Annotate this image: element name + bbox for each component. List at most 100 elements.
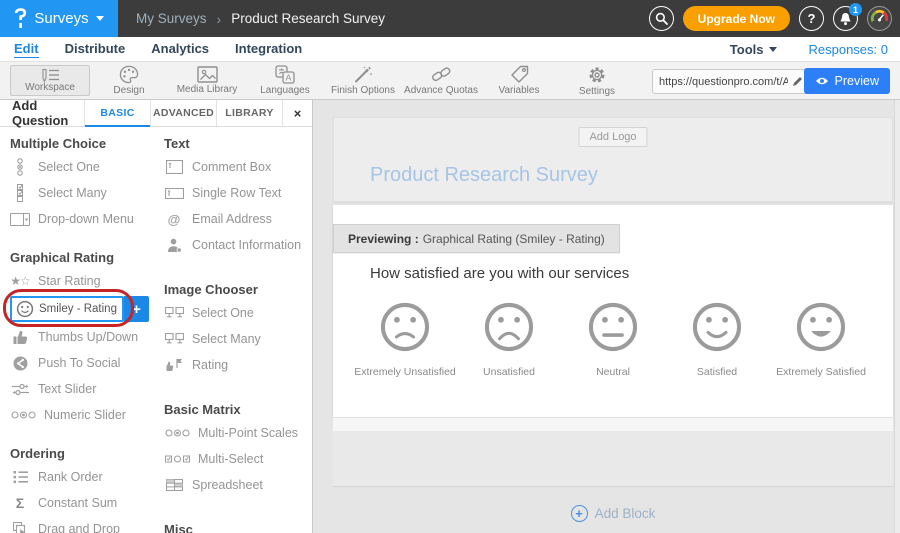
search-icon xyxy=(655,12,668,25)
sidebar-item-comment-box[interactable]: Comment Box xyxy=(164,154,312,180)
media-library-icon xyxy=(197,66,218,83)
finish-options-button[interactable]: Finish Options xyxy=(324,62,402,100)
survey-title[interactable]: Product Research Survey xyxy=(370,164,598,187)
surveys-product-menu[interactable]: Surveys xyxy=(0,0,118,37)
option-label: Extremely Satisfied xyxy=(776,366,866,378)
item-label: Drag and Drop xyxy=(38,522,120,533)
option-label: Neutral xyxy=(596,366,630,378)
tab-library[interactable]: LIBRARY xyxy=(216,100,282,126)
tab-distribute[interactable]: Distribute xyxy=(65,41,126,58)
smiley-rating-selected-box[interactable]: Smiley - Rating xyxy=(10,296,124,322)
sidebar-item-image-select-many[interactable]: Select Many xyxy=(164,326,312,352)
sidebar-item-image-rating[interactable]: Rating xyxy=(164,352,312,378)
sidebar-item-select-one[interactable]: Select One xyxy=(10,154,160,180)
smiley-frown-icon xyxy=(482,300,536,354)
notification-badge: 1 xyxy=(849,3,862,16)
question-text[interactable]: How satisfied are you with our services xyxy=(370,265,629,282)
sidebar-item-single-row-text[interactable]: Single Row Text xyxy=(164,180,312,206)
responses-link[interactable]: Responses: 0 xyxy=(809,42,889,57)
contact-person-icon xyxy=(164,238,184,253)
smiley-option-extremely-unsatisfied[interactable]: Extremely Unsatisfied xyxy=(353,300,457,378)
smiley-option-unsatisfied[interactable]: Unsatisfied xyxy=(457,300,561,378)
media-library-button[interactable]: Media Library xyxy=(168,62,246,100)
multi-point-icon xyxy=(164,428,190,438)
sidebar-item-rank-order[interactable]: Rank Order xyxy=(10,464,160,490)
preview-button[interactable]: Preview xyxy=(804,68,890,94)
tab-edit[interactable]: Edit xyxy=(14,41,39,58)
sidebar-item-contact-information[interactable]: Contact Information xyxy=(164,232,312,258)
tab-basic[interactable]: BASIC xyxy=(84,100,150,126)
sidebar-item-smiley-rating[interactable]: Smiley - Rating + xyxy=(10,294,160,324)
workspace-button[interactable]: Workspace xyxy=(10,65,90,96)
item-label: Multi-Point Scales xyxy=(198,426,298,440)
settings-label: Settings xyxy=(579,86,615,97)
smiley-neutral-icon xyxy=(586,300,640,354)
nav-tabs: Edit Distribute Analytics Integration xyxy=(0,41,302,58)
sidebar-item-dropdown-menu[interactable]: Drop-down Menu xyxy=(10,206,160,232)
smiley-smile-icon xyxy=(690,300,744,354)
add-block-label: Add Block xyxy=(595,506,656,521)
help-button[interactable]: ? xyxy=(799,6,824,31)
tab-integration[interactable]: Integration xyxy=(235,41,302,58)
sidebar-item-numeric-slider[interactable]: Numeric Slider xyxy=(10,402,160,428)
settings-button[interactable]: Settings xyxy=(558,62,636,100)
survey-header-card[interactable]: Add Logo Product Research Survey xyxy=(333,117,893,202)
sidebar-item-multi-select[interactable]: Multi-Select xyxy=(164,446,312,472)
sidebar-item-drag-and-drop[interactable]: Drag and Drop xyxy=(10,516,160,533)
smiley-option-extremely-satisfied[interactable]: Extremely Satisfied xyxy=(769,300,873,378)
item-label: Email Address xyxy=(192,212,272,226)
languages-label: Languages xyxy=(260,85,310,96)
breadcrumb-current-survey: Product Research Survey xyxy=(231,11,385,26)
question-types-column-1: Multiple Choice Select One Select Many D… xyxy=(10,127,160,533)
add-block-button[interactable]: + Add Block xyxy=(333,505,893,522)
notifications-button[interactable]: 1 xyxy=(833,6,858,31)
advance-quotas-button[interactable]: Advance Quotas xyxy=(402,62,480,100)
question-types-column-2: Text Comment Box Single Row Text @ Email… xyxy=(164,127,312,533)
finish-options-label: Finish Options xyxy=(331,85,395,96)
sidebar-item-push-to-social[interactable]: Push To Social xyxy=(10,350,160,376)
sidebar-item-multi-point-scales[interactable]: Multi-Point Scales xyxy=(164,420,312,446)
search-button[interactable] xyxy=(649,6,674,31)
item-label: Select One xyxy=(192,306,254,320)
share-icon xyxy=(10,356,30,371)
item-label: Single Row Text xyxy=(192,186,281,200)
design-button[interactable]: Design xyxy=(90,62,168,100)
sidebar-item-spreadsheet[interactable]: Spreadsheet xyxy=(164,472,312,498)
product-label: Surveys xyxy=(34,10,88,27)
section-graphical-rating: Graphical Rating xyxy=(10,250,160,265)
sidebar-item-constant-sum[interactable]: Σ Constant Sum xyxy=(10,490,160,516)
variables-button[interactable]: Variables xyxy=(480,62,558,100)
sidebar-item-select-many[interactable]: Select Many xyxy=(10,180,160,206)
tag-icon xyxy=(510,65,529,84)
survey-url-field[interactable]: https://questionpro.com/t/A xyxy=(652,69,810,94)
vertical-scrollbar[interactable] xyxy=(894,100,900,533)
tab-advanced[interactable]: ADVANCED xyxy=(150,100,216,126)
sidebar-item-email-address[interactable]: @ Email Address xyxy=(164,206,312,232)
sidebar-item-thumbs-up-down[interactable]: Thumbs Up/Down xyxy=(10,324,160,350)
breadcrumb-my-surveys[interactable]: My Surveys xyxy=(136,11,207,26)
drag-drop-icon xyxy=(10,522,30,533)
tools-menu[interactable]: Tools xyxy=(730,42,777,57)
add-logo-button[interactable]: Add Logo xyxy=(578,127,647,147)
close-panel-button[interactable]: × xyxy=(282,100,312,126)
account-gauge-button[interactable] xyxy=(867,6,892,31)
caret-down-icon xyxy=(96,16,104,21)
edit-pencil-icon[interactable] xyxy=(792,76,803,87)
upgrade-now-button[interactable]: Upgrade Now xyxy=(683,6,790,31)
sidebar-item-star-rating[interactable]: ★☆ Star Rating xyxy=(10,268,160,294)
survey-toolbar: Workspace Design Media Library A Languag… xyxy=(0,62,900,100)
add-question-title: Add Question xyxy=(0,100,84,126)
tab-analytics[interactable]: Analytics xyxy=(151,41,209,58)
smiley-option-satisfied[interactable]: Satisfied xyxy=(665,300,769,378)
breadcrumb: My Surveys › Product Research Survey xyxy=(136,0,385,37)
smiley-option-neutral[interactable]: Neutral xyxy=(561,300,665,378)
add-smiley-question-button[interactable]: + xyxy=(124,296,149,322)
languages-button[interactable]: A Languages xyxy=(246,62,324,100)
section-text: Text xyxy=(164,136,312,151)
image-rating-icon xyxy=(164,358,184,372)
sidebar-item-image-select-one[interactable]: Select One xyxy=(164,300,312,326)
sidebar-item-text-slider[interactable]: Text Slider xyxy=(10,376,160,402)
previewing-label: Previewing : xyxy=(348,232,419,246)
variables-label: Variables xyxy=(499,85,540,96)
design-label: Design xyxy=(113,85,144,96)
